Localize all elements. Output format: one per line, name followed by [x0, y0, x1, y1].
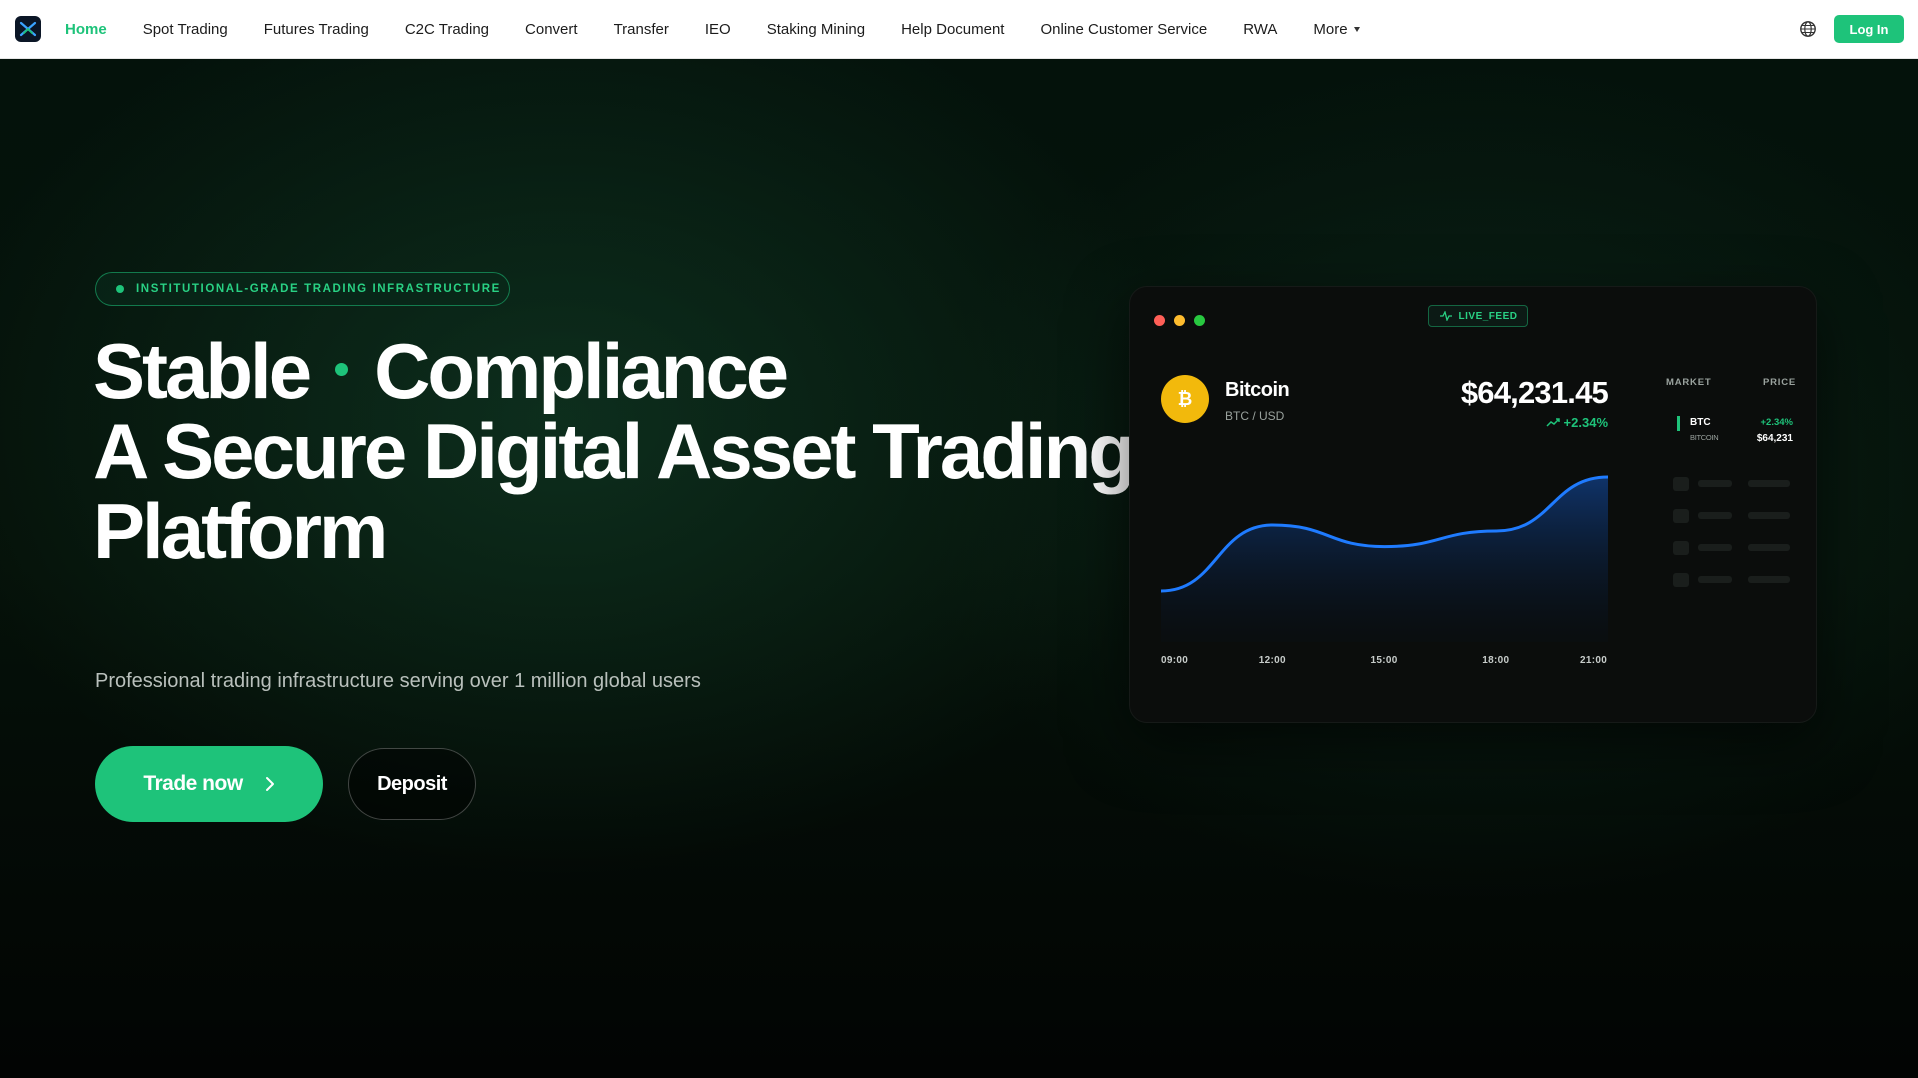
caret-down-icon	[1353, 27, 1360, 32]
nav-menu: Home Spot Trading Futures Trading C2C Tr…	[65, 0, 1396, 59]
hero-badge: INSTITUTIONAL-GRADE TRADING INFRASTRUCTU…	[95, 272, 510, 306]
nav-item-staking-mining[interactable]: Staking Mining	[767, 21, 865, 38]
market-row-symbol[interactable]: BTC	[1690, 417, 1711, 428]
placeholder-row-bar	[1698, 480, 1732, 487]
price-column-header: PRICE	[1763, 377, 1797, 388]
nav-item-transfer[interactable]: Transfer	[614, 21, 669, 38]
live-feed-badge: LIVE_FEED	[1428, 305, 1528, 327]
market-column-header: MARKET	[1666, 377, 1712, 388]
headline-line-2: A Secure Digital Asset Trading	[93, 407, 1136, 495]
nav-item-ieo[interactable]: IEO	[705, 21, 731, 38]
placeholder-row-bar	[1698, 512, 1732, 519]
placeholder-row-icon	[1673, 477, 1689, 491]
nav-item-rwa[interactable]: RWA	[1243, 21, 1277, 38]
nav-item-c2c-trading[interactable]: C2C Trading	[405, 21, 489, 38]
price-card: LIVE_FEED ₿ Bitcoin BTC / USD $64,231.45…	[1129, 286, 1817, 723]
bitcoin-icon: ₿	[1161, 375, 1209, 423]
price-change: +2.34%	[1508, 415, 1608, 430]
trend-up-icon	[1546, 417, 1560, 427]
headline-compliance: Compliance	[374, 327, 789, 415]
trade-now-label: Trade now	[143, 772, 243, 795]
placeholder-row-bar	[1698, 544, 1732, 551]
nav-item-home[interactable]: Home	[65, 21, 107, 38]
x-axis-tick-label: 15:00	[1370, 655, 1398, 666]
market-row-indicator	[1677, 416, 1680, 431]
market-row-name: BITCOIN	[1690, 433, 1719, 442]
price-chart	[1161, 475, 1608, 642]
deposit-button[interactable]: Deposit	[348, 748, 476, 820]
headline-stable: Stable	[93, 327, 312, 415]
nav-item-futures-trading[interactable]: Futures Trading	[264, 21, 369, 38]
top-nav: Home Spot Trading Futures Trading C2C Tr…	[0, 0, 1918, 59]
placeholder-row-bar	[1748, 544, 1790, 551]
window-close-dot-icon	[1154, 315, 1165, 326]
price-change-value: +2.34%	[1563, 415, 1608, 430]
window-maximize-dot-icon	[1194, 315, 1205, 326]
nav-item-convert[interactable]: Convert	[525, 21, 578, 38]
badge-text: INSTITUTIONAL-GRADE TRADING INFRASTRUCTU…	[136, 283, 501, 295]
market-row-price: $64,231	[1756, 433, 1793, 444]
hero-headline: Stable Compliance A Secure Digital Asset …	[93, 331, 1136, 575]
x-axis-tick-label: 12:00	[1258, 655, 1286, 666]
placeholder-row-bar	[1748, 512, 1790, 519]
placeholder-row-bar	[1748, 480, 1790, 487]
hero-subtitle: Professional trading infrastructure serv…	[95, 670, 701, 692]
hero-section: INSTITUTIONAL-GRADE TRADING INFRASTRUCTU…	[0, 59, 1918, 1078]
placeholder-row-icon	[1673, 541, 1689, 555]
x-axis-tick-label: 21:00	[1580, 655, 1608, 666]
market-row-change: +2.34%	[1760, 417, 1794, 428]
headline-line-1: Stable Compliance	[93, 331, 1113, 411]
trade-now-button[interactable]: Trade now	[95, 746, 323, 822]
placeholder-row-bar	[1698, 576, 1732, 583]
logo-icon[interactable]	[15, 16, 41, 42]
placeholder-row-icon	[1673, 509, 1689, 523]
nav-more-label: More	[1313, 21, 1348, 38]
live-feed-label: LIVE_FEED	[1458, 310, 1518, 322]
globe-icon[interactable]	[1799, 20, 1817, 38]
chart-area-fill	[1161, 477, 1608, 642]
nav-item-more[interactable]: More	[1313, 21, 1360, 38]
window-minimize-dot-icon	[1174, 315, 1185, 326]
nav-item-spot-trading[interactable]: Spot Trading	[143, 21, 228, 38]
nav-item-online-customer-service[interactable]: Online Customer Service	[1040, 21, 1207, 38]
nav-item-help-document[interactable]: Help Document	[901, 21, 1004, 38]
badge-dot-icon	[116, 285, 124, 293]
x-axis-tick-label: 18:00	[1482, 655, 1510, 666]
headline-dot-icon	[335, 362, 349, 376]
placeholder-row-bar	[1748, 576, 1790, 583]
pulse-icon	[1439, 311, 1452, 321]
headline-line-3: Platform	[93, 487, 388, 575]
coin-name: Bitcoin	[1225, 379, 1290, 401]
coin-pair: BTC / USD	[1225, 409, 1285, 423]
chevron-right-icon	[265, 777, 274, 791]
coin-price: $64,231.45	[1460, 375, 1609, 410]
x-axis-tick-label: 09:00	[1161, 655, 1189, 666]
login-button[interactable]: Log In	[1834, 15, 1904, 43]
placeholder-row-icon	[1673, 573, 1689, 587]
